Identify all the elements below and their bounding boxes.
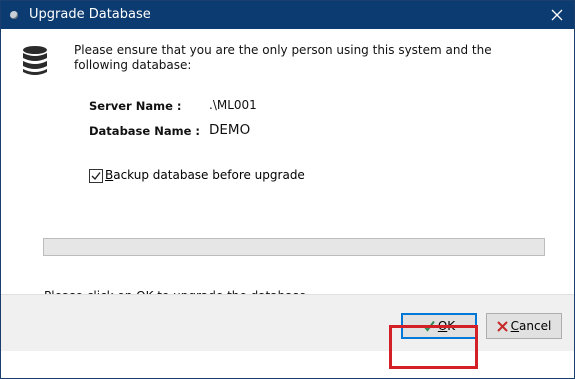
app-icon: [10, 11, 18, 19]
title-bar: Upgrade Database: [1, 1, 574, 29]
server-name-value: .\ML001: [209, 98, 257, 112]
checkmark-icon: [91, 172, 101, 181]
server-name-label: Server Name :: [89, 99, 182, 113]
backup-mnemonic: B: [105, 168, 114, 182]
check-icon: [423, 320, 435, 332]
close-button[interactable]: [540, 1, 574, 29]
backup-checkbox[interactable]: [89, 169, 103, 183]
ok-button[interactable]: OK: [401, 313, 477, 339]
database-name-label: Database Name :: [89, 124, 200, 138]
cancel-button[interactable]: Cancel: [486, 313, 562, 339]
button-bar: OK Cancel: [1, 294, 574, 351]
upgrade-progress-bar: [43, 238, 545, 256]
upgrade-database-dialog: Upgrade Database Please ensure that you …: [0, 0, 575, 379]
ok-label-rest: K: [447, 319, 456, 333]
backup-checkbox-label: Backup database before upgrade: [105, 168, 305, 182]
cancel-label-rest: ancel: [519, 319, 552, 333]
ok-mnemonic: O: [437, 319, 448, 333]
backup-label-rest: ackup database before upgrade: [113, 168, 305, 182]
dialog-body: Please ensure that you are the only pers…: [1, 29, 574, 322]
database-icon: [23, 46, 47, 75]
database-name-value: DEMO: [209, 122, 251, 138]
cross-icon: [496, 321, 508, 332]
window-title: Upgrade Database: [29, 7, 151, 22]
intro-text: Please ensure that you are the only pers…: [74, 43, 492, 72]
close-icon: [551, 9, 563, 21]
cancel-mnemonic: C: [510, 319, 520, 333]
